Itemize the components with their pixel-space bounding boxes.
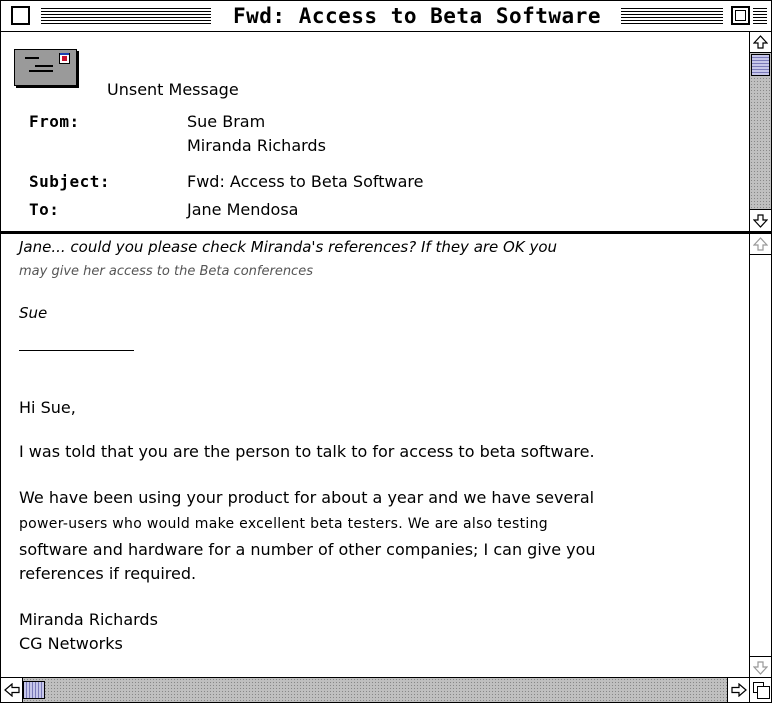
resize-grow-box[interactable]	[749, 677, 771, 702]
paragraph-2-line-3: software and hardware for a number of ot…	[19, 540, 596, 559]
header-scroll-thumb[interactable]	[751, 54, 770, 76]
forward-note-line-1: Jane... could you please check Miranda's…	[19, 238, 558, 256]
paragraph-2-line-4: references if required.	[19, 564, 197, 583]
scroll-right-arrow-icon[interactable]	[727, 678, 749, 702]
collapse-box[interactable]	[753, 8, 767, 24]
zoom-box[interactable]	[731, 6, 750, 25]
horizontal-scroll-thumb[interactable]	[23, 681, 45, 699]
forward-note-line-2: may give her access to the Beta conferen…	[19, 264, 313, 279]
from-value-2[interactable]: Miranda Richards	[187, 136, 326, 155]
from-label: From:	[29, 112, 80, 131]
scroll-up-arrow-icon[interactable]	[750, 32, 771, 53]
header-scrollbar[interactable]	[749, 32, 771, 231]
paragraph-1: I was told that you are the person to ta…	[19, 442, 595, 461]
scroll-up-arrow-icon[interactable]	[750, 234, 771, 255]
message-status: Unsent Message	[107, 80, 239, 99]
message-header-pane: Unsent Message From: Sue Bram Miranda Ri…	[1, 32, 749, 231]
signature: Sue	[19, 304, 48, 322]
closing-company: CG Networks	[19, 634, 123, 653]
to-field[interactable]: Jane Mendosa	[187, 200, 298, 219]
title-bar[interactable]: Fwd: Access to Beta Software	[1, 1, 771, 32]
scroll-down-arrow-icon[interactable]	[750, 656, 771, 677]
title-bar-stripes-right	[621, 8, 723, 24]
horizontal-scrollbar[interactable]	[1, 677, 749, 702]
subject-field[interactable]: Fwd: Access to Beta Software	[187, 172, 423, 191]
paragraph-2-line-2: power-users who would make excellent bet…	[19, 516, 548, 532]
body-scrollbar[interactable]	[749, 234, 771, 677]
close-box[interactable]	[11, 6, 30, 25]
message-body-pane[interactable]: Jane... could you please check Miranda's…	[1, 234, 749, 677]
window-title: Fwd: Access to Beta Software	[219, 4, 615, 28]
to-label: To:	[29, 200, 60, 219]
title-bar-stripes-left	[41, 8, 211, 24]
horizontal-scroll-track[interactable]	[23, 678, 727, 702]
paragraph-2-line-1: We have been using your product for abou…	[19, 488, 595, 507]
message-window: Fwd: Access to Beta Software Unsent Mess…	[0, 0, 772, 703]
signature-rule	[19, 350, 134, 351]
closing-name: Miranda Richards	[19, 610, 158, 629]
scroll-left-arrow-icon[interactable]	[1, 678, 23, 702]
subject-label: Subject:	[29, 172, 111, 191]
scroll-down-arrow-icon[interactable]	[750, 209, 771, 230]
from-value-1[interactable]: Sue Bram	[187, 112, 265, 131]
greeting: Hi Sue,	[19, 398, 76, 417]
envelope-icon	[14, 49, 77, 86]
